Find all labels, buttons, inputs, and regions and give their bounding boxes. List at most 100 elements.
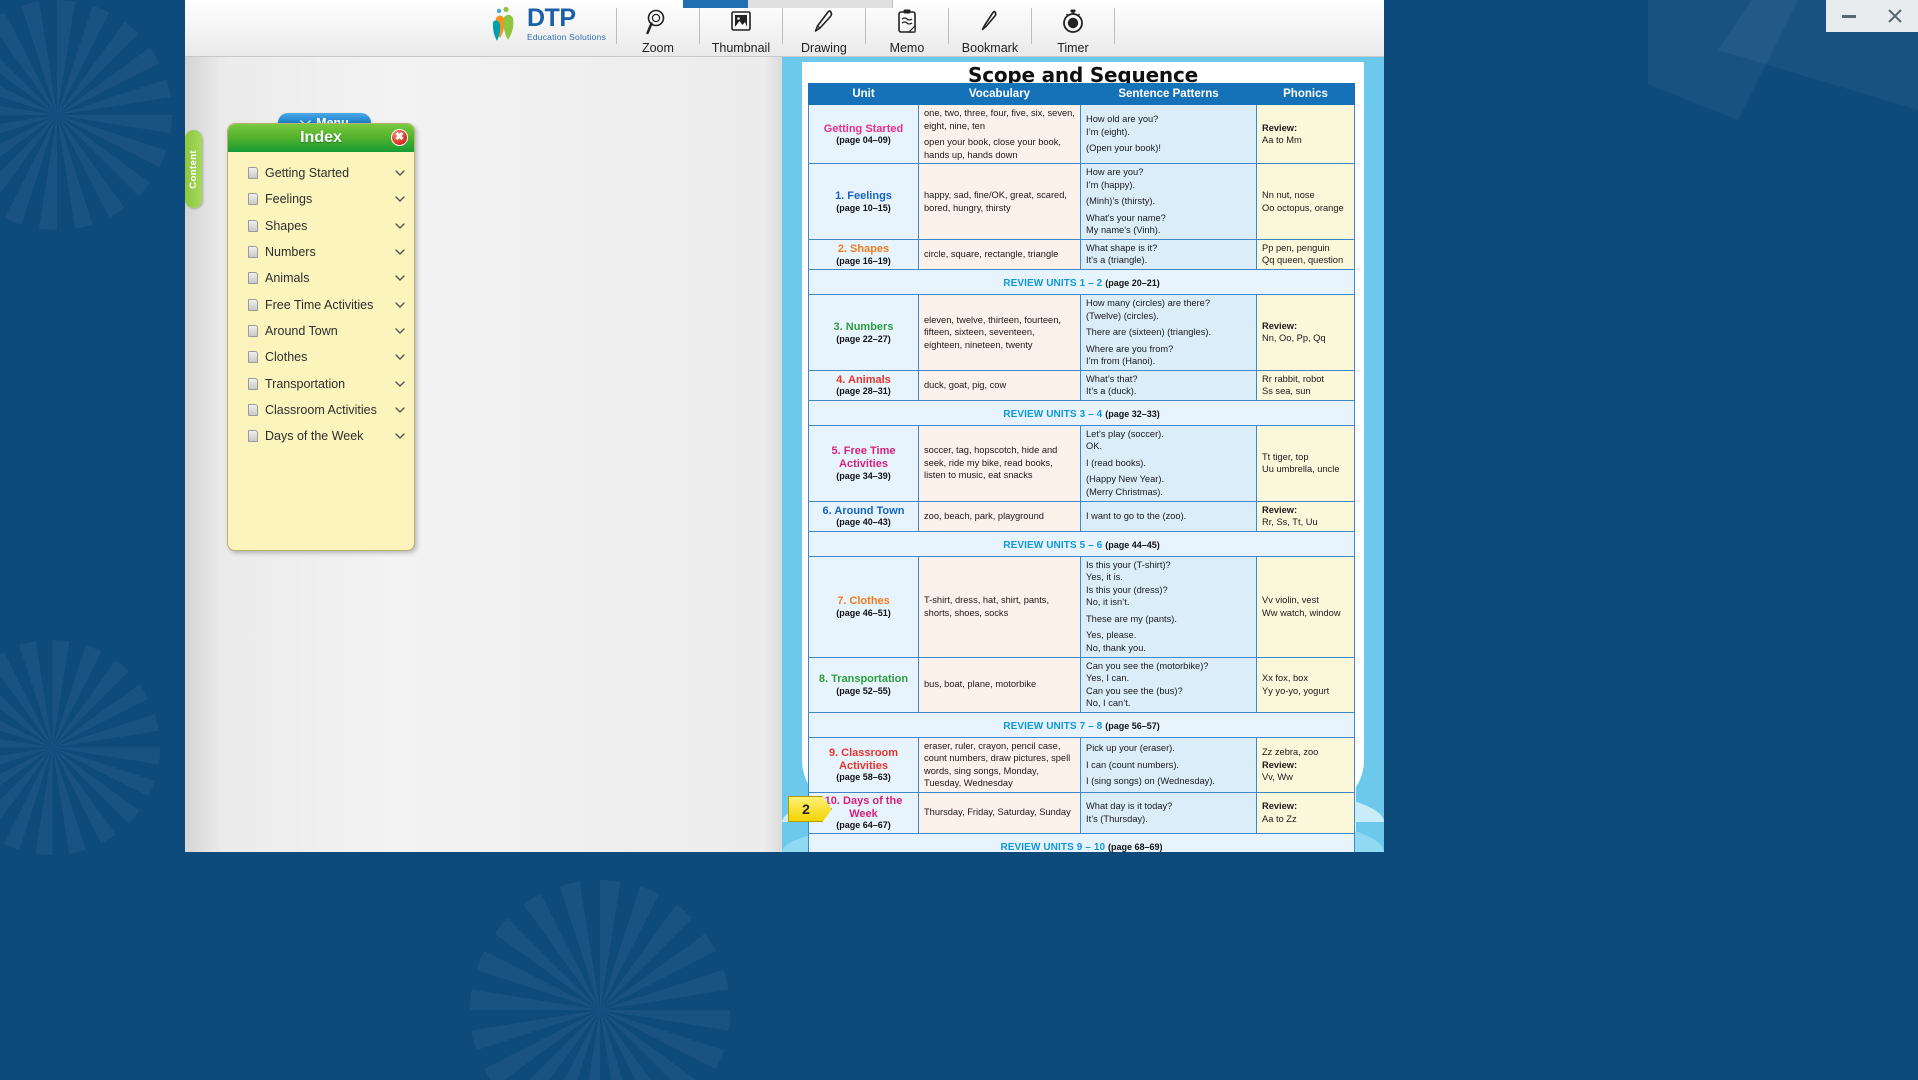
chevron-down-icon[interactable] bbox=[394, 193, 406, 205]
index-item-feelings[interactable]: Feelings bbox=[228, 186, 414, 212]
tab-strip bbox=[683, 0, 893, 8]
tool-bookmark-button[interactable]: Bookmark bbox=[949, 0, 1031, 55]
index-item-label: Around Town bbox=[265, 323, 338, 338]
tool-bookmark-label: Bookmark bbox=[961, 41, 1019, 55]
toolbar-divider bbox=[1113, 8, 1115, 44]
chevron-down-icon[interactable] bbox=[394, 167, 406, 179]
review-row: REVIEW UNITS 3 – 4 (page 32–33) bbox=[808, 399, 1355, 426]
document-icon bbox=[248, 324, 258, 337]
table-header-row: Unit Vocabulary Sentence Patterns Phonic… bbox=[808, 83, 1355, 105]
index-item-label: Numbers bbox=[265, 245, 316, 260]
unit-page-range: (page 46–51) bbox=[836, 607, 891, 618]
table-row: 2. Shapes (page 16–19) circle, square, rec… bbox=[808, 238, 1355, 271]
magnifier-icon bbox=[645, 4, 671, 40]
sentence-patterns-cell: What shape is it? It's a (triangle). bbox=[1080, 238, 1257, 271]
document-icon bbox=[248, 377, 258, 390]
sentence-patterns-cell: What day is it today? It’s (Thursday). bbox=[1080, 791, 1257, 834]
review-page: (page 44–45) bbox=[1105, 539, 1160, 550]
index-item-days-of-the-week[interactable]: Days of the Week bbox=[228, 423, 414, 449]
index-item-classroom-activities[interactable]: Classroom Activities bbox=[228, 397, 414, 423]
tool-memo-button[interactable]: Memo bbox=[866, 0, 948, 55]
stopwatch-icon bbox=[1060, 4, 1086, 40]
chevron-down-icon[interactable] bbox=[394, 272, 406, 284]
tool-zoom-label: Zoom bbox=[641, 41, 674, 55]
index-item-clothes[interactable]: Clothes bbox=[228, 344, 414, 370]
unit-name: 6. Around Town bbox=[822, 504, 905, 517]
sentence-patterns-cell: Let’s play (soccer). OK. I (read books). (H… bbox=[1080, 424, 1257, 502]
close-button[interactable] bbox=[1872, 0, 1918, 32]
vocabulary-cell: eleven, twelve, thirteen, fourteen, fift… bbox=[918, 294, 1081, 371]
review-row: REVIEW UNITS 9 – 10 (page 68–69) bbox=[808, 832, 1355, 852]
vocabulary-cell: eraser, ruler, crayon, pencil case, coun… bbox=[918, 736, 1081, 793]
vocabulary-cell: one, two, three, four, five, six, seven,… bbox=[918, 103, 1081, 165]
index-item-label: Transportation bbox=[265, 376, 346, 391]
clipboard-icon bbox=[894, 4, 920, 40]
unit-page-range: (page 40–43) bbox=[836, 517, 891, 528]
tab-active-marker[interactable] bbox=[683, 0, 748, 8]
index-item-transportation[interactable]: Transportation bbox=[228, 370, 414, 396]
review-label: REVIEW UNITS 7 – 8 bbox=[1003, 720, 1106, 732]
tool-thumbnail-label: Thumbnail bbox=[711, 41, 771, 55]
unit-page-range: (page 64–67) bbox=[836, 820, 891, 831]
chevron-down-icon[interactable] bbox=[394, 325, 406, 337]
sentence-patterns-cell: I want to go to the (zoo). bbox=[1080, 500, 1257, 532]
review-label: REVIEW UNITS 5 – 6 bbox=[1003, 539, 1106, 551]
index-item-label: Free Time Activities bbox=[265, 297, 374, 312]
unit-cell: 3. Numbers (page 22–27) bbox=[808, 294, 919, 371]
index-item-around-town[interactable]: Around Town bbox=[228, 318, 414, 344]
chevron-down-icon[interactable] bbox=[394, 246, 406, 258]
brand-subtitle: Education Solutions bbox=[527, 32, 606, 43]
unit-cell: 8. Transportation (page 52–55) bbox=[808, 656, 919, 713]
tool-timer-button[interactable]: Timer bbox=[1032, 0, 1114, 55]
window-controls bbox=[1826, 0, 1918, 32]
unit-cell: Getting Started (page 04–09) bbox=[808, 103, 919, 165]
index-item-animals[interactable]: Animals bbox=[228, 265, 414, 291]
index-item-getting-started[interactable]: Getting Started bbox=[228, 160, 414, 186]
review-row: REVIEW UNITS 7 – 8 (page 56–57) bbox=[808, 711, 1355, 738]
chevron-down-icon[interactable] bbox=[394, 220, 406, 232]
tab-inactive-marker[interactable] bbox=[748, 0, 893, 8]
tool-drawing-button[interactable]: Drawing bbox=[783, 0, 865, 55]
table-row: 3. Numbers (page 22–27) eleven, twelve, th… bbox=[808, 294, 1355, 371]
unit-cell: 4. Animals (page 28–31) bbox=[808, 369, 919, 401]
chevron-down-icon[interactable] bbox=[394, 404, 406, 416]
content-side-tab[interactable]: Content bbox=[185, 130, 202, 208]
index-panel-header: Index ✖ bbox=[228, 124, 414, 152]
document-icon bbox=[248, 430, 258, 443]
index-panel-title: Index bbox=[300, 129, 342, 146]
phonics-cell: Rr rabbit, robot Ss sea, sun bbox=[1256, 369, 1355, 401]
minimize-button[interactable] bbox=[1826, 0, 1872, 32]
index-item-shapes[interactable]: Shapes bbox=[228, 213, 414, 239]
unit-cell: 7. Clothes (page 46–51) bbox=[808, 555, 919, 658]
sentence-patterns-cell: What’s that? It’s a (duck). bbox=[1080, 369, 1257, 401]
close-icon: ✖ bbox=[394, 131, 405, 143]
table-row: 4. Animals (page 28–31) duck, goat, pig, c… bbox=[808, 369, 1355, 401]
tool-zoom-button[interactable]: Zoom bbox=[617, 0, 699, 55]
review-label: REVIEW UNITS 3 – 4 bbox=[1003, 408, 1106, 420]
phonics-cell: Review: Aa to Mm bbox=[1256, 103, 1355, 165]
unit-cell: 9. Classroom Activities (page 58–63) bbox=[808, 736, 919, 793]
content-side-tab-label: Content bbox=[188, 149, 199, 189]
index-item-free-time-activities[interactable]: Free Time Activities bbox=[228, 291, 414, 317]
chevron-down-icon[interactable] bbox=[394, 378, 406, 390]
unit-name: 7. Clothes bbox=[837, 595, 890, 608]
document-icon bbox=[248, 246, 258, 259]
tool-thumbnail-button[interactable]: Thumbnail bbox=[700, 0, 782, 55]
document-icon bbox=[248, 219, 258, 232]
index-item-label: Getting Started bbox=[265, 166, 350, 181]
phonics-cell: Pp pen, penguin Qq queen, question bbox=[1256, 238, 1355, 271]
review-cell: REVIEW UNITS 7 – 8 (page 56–57) bbox=[808, 711, 1355, 738]
table-row: 7. Clothes (page 46–51) T-shirt, dress, ha… bbox=[808, 555, 1355, 658]
sentence-patterns-cell: Is this your (T-shirt)? Yes, it is. Is thi… bbox=[1080, 555, 1257, 658]
chevron-down-icon[interactable] bbox=[394, 351, 406, 363]
bookmark-icon bbox=[977, 4, 1003, 40]
review-label: REVIEW UNITS 1 – 2 bbox=[1003, 278, 1106, 290]
index-item-label: Animals bbox=[265, 271, 310, 286]
chevron-down-icon[interactable] bbox=[394, 299, 406, 311]
unit-page-range: (page 22–27) bbox=[836, 333, 891, 344]
chevron-down-icon[interactable] bbox=[394, 430, 406, 442]
index-close-button[interactable]: ✖ bbox=[391, 129, 408, 146]
tool-drawing-label: Drawing bbox=[801, 41, 847, 55]
vocabulary-cell: duck, goat, pig, cow bbox=[918, 369, 1081, 401]
index-item-numbers[interactable]: Numbers bbox=[228, 239, 414, 265]
